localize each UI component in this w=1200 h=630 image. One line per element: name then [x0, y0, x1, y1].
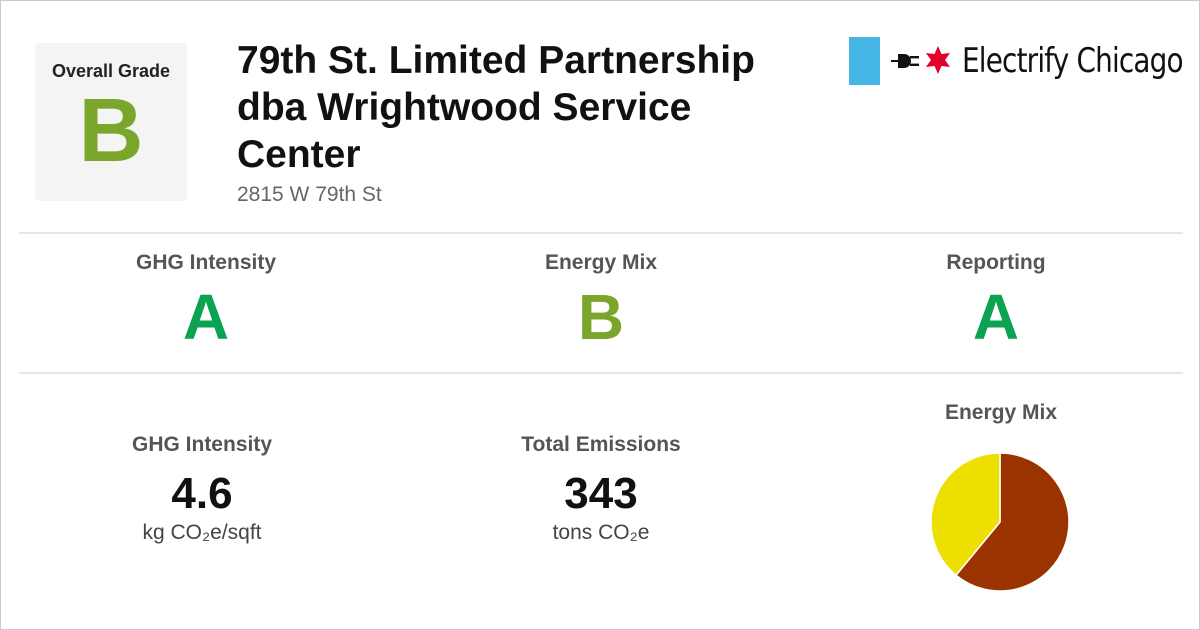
- grade-value: A: [182, 281, 230, 353]
- stat-unit: tons CO₂e: [552, 521, 650, 544]
- brand-name: Electrify Chicago: [962, 41, 1184, 81]
- grade-energy-mix: Energy Mix B: [451, 251, 751, 351]
- energy-mix-pie-chart: [930, 452, 1070, 592]
- stat-unit: kg CO₂e/sqft: [142, 521, 262, 544]
- stat-total-emissions: Total Emissions 343 tons CO₂e: [451, 433, 751, 545]
- plug-icon: [891, 54, 919, 68]
- grade-label: Reporting: [946, 251, 1046, 274]
- grade-reporting: Reporting A: [846, 251, 1146, 351]
- stat-value: 4.6: [171, 469, 233, 518]
- energy-mix-section: Energy Mix: [881, 401, 1121, 425]
- grade-value: A: [972, 281, 1020, 353]
- grade-ghg-intensity: GHG Intensity A: [56, 251, 356, 351]
- stat-value: 343: [564, 469, 638, 518]
- overall-grade-label: Overall Grade: [51, 61, 171, 81]
- stat-label: Total Emissions: [521, 433, 681, 456]
- brand-logo: Electrify Chicago: [849, 37, 1184, 85]
- building-card: Overall Grade B 79th St. Limited Partner…: [0, 0, 1200, 630]
- flag-stripe-icon: [849, 37, 880, 85]
- star-icon: [925, 46, 951, 74]
- building-address: 2815 W 79th St: [237, 183, 382, 206]
- energy-mix-label: Energy Mix: [944, 401, 1058, 424]
- stat-label: GHG Intensity: [131, 433, 273, 456]
- divider: [19, 232, 1183, 234]
- grade-value: B: [577, 281, 625, 353]
- overall-grade-value: B: [78, 81, 144, 181]
- grade-label: Energy Mix: [544, 251, 658, 274]
- divider: [19, 372, 1183, 374]
- building-title: 79th St. Limited Partnership dba Wrightw…: [237, 39, 755, 176]
- grade-label: GHG Intensity: [135, 251, 277, 274]
- overall-grade-box: Overall Grade B: [35, 43, 187, 201]
- stat-ghg-intensity: GHG Intensity 4.6 kg CO₂e/sqft: [52, 433, 352, 545]
